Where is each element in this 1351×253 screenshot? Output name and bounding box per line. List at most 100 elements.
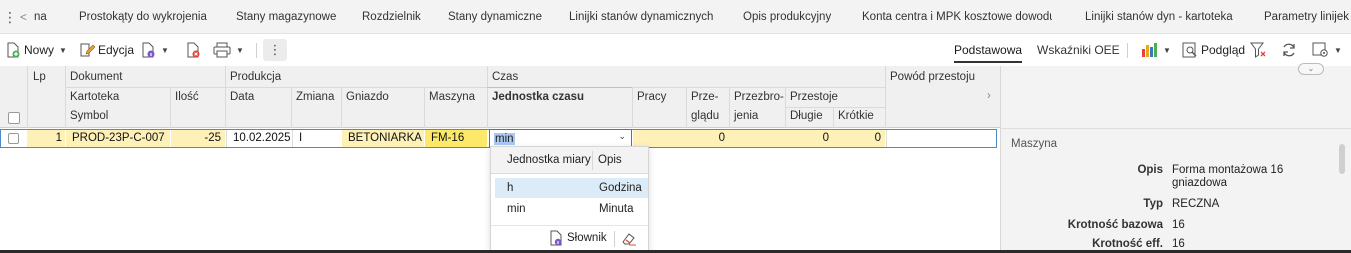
cell-dlugie[interactable]: 0 xyxy=(785,129,833,148)
option-unit: min xyxy=(507,203,526,215)
more-vertical-icon[interactable]: ⋮ xyxy=(3,0,17,34)
header-gniazdo[interactable]: Gniazdo xyxy=(346,91,389,103)
option-unit: h xyxy=(507,182,514,194)
header-dokument[interactable]: Dokument xyxy=(70,71,122,83)
dictionary-button[interactable]: Słownik xyxy=(548,230,607,246)
info-document-button[interactable]: ▼ xyxy=(140,34,169,66)
unit-dropdown: Jednostka miary Opis h Godzina min Minut… xyxy=(490,146,649,251)
chevron-down-icon[interactable]: ▼ xyxy=(59,46,67,55)
tab-na[interactable]: na xyxy=(34,0,47,34)
header-przezbrojenia-1[interactable]: Przezbro- xyxy=(734,91,784,103)
chevron-down-icon[interactable]: ▼ xyxy=(161,46,169,55)
more-actions-button[interactable]: ⋮ xyxy=(263,39,287,61)
tab-stany-dynamiczne[interactable]: Stany dynamiczne xyxy=(448,0,542,34)
chevron-down-icon[interactable]: ▼ xyxy=(1163,46,1171,55)
header-powod-przestoju[interactable]: Powód przestoju xyxy=(890,71,975,83)
header-przezbrojenia-2[interactable]: jenia xyxy=(734,110,758,122)
header-pracy[interactable]: Pracy xyxy=(637,91,666,103)
dropdown-option-min[interactable]: min Minuta xyxy=(495,199,648,219)
preview-icon xyxy=(1182,42,1198,58)
cell-lp[interactable]: 1 xyxy=(27,129,65,148)
view-tab-oee[interactable]: Wskaźniki OEE xyxy=(1037,34,1120,66)
settings-button[interactable]: ▼ xyxy=(1312,34,1342,66)
cell-maszyna[interactable]: FM-16 xyxy=(425,129,487,148)
chart-button[interactable]: ▼ xyxy=(1141,34,1171,66)
cell-data[interactable]: 10.02.2025 xyxy=(226,129,291,148)
chevron-down-icon[interactable]: ▼ xyxy=(1334,46,1342,55)
field-value-typ: RECZNA xyxy=(1172,198,1220,210)
new-button-label: Nowy xyxy=(24,43,55,57)
cell-krotkie[interactable]: 0 xyxy=(833,129,885,148)
panel-section-title: Maszyna xyxy=(1011,138,1058,150)
cell-przezbrojenia[interactable] xyxy=(729,129,785,148)
cell-przegladu[interactable]: 0 xyxy=(686,129,729,148)
tab-konta-centra[interactable]: Konta centra i MPK kosztowe dowodu xyxy=(862,0,1052,34)
tab-linijki-kartoteka[interactable]: Linijki stanów dyn - kartoteka xyxy=(1085,0,1233,34)
dictionary-label: Słownik xyxy=(567,232,607,244)
header-dlugie[interactable]: Długie xyxy=(790,110,823,122)
printer-icon xyxy=(213,42,231,58)
dropdown-header: Jednostka miary Opis xyxy=(491,147,648,174)
refresh-button[interactable] xyxy=(1281,34,1297,66)
edit-button-label: Edycja xyxy=(98,43,135,57)
preview-button-label: Podgląd xyxy=(1201,43,1246,57)
cell-powod[interactable] xyxy=(886,129,998,148)
scrollbar-thumb[interactable] xyxy=(1339,144,1345,174)
header-data[interactable]: Data xyxy=(230,91,254,103)
unit-select-value: min xyxy=(494,133,515,145)
header-maszyna[interactable]: Maszyna xyxy=(429,91,475,103)
row-checkbox[interactable] xyxy=(8,133,19,144)
details-panel: ⌄ Maszyna Opis Forma montażowa 16 gniazd… xyxy=(1000,63,1351,253)
header-krotkie[interactable]: Krótkie xyxy=(838,110,874,122)
tab-rozdzielnik[interactable]: Rozdzielnik xyxy=(362,0,421,34)
tab-linijki-stanow[interactable]: Linijki stanów dynamicznych xyxy=(569,0,713,34)
select-all-checkbox[interactable] xyxy=(8,112,20,124)
delete-button[interactable] xyxy=(185,34,201,66)
bar-chart-icon xyxy=(1141,42,1158,58)
header-zmiana[interactable]: Zmiana xyxy=(296,91,334,103)
header-jednostka-czasu[interactable]: Jednostka czasu xyxy=(492,91,584,103)
cell-ilosc[interactable]: -25 xyxy=(171,129,225,148)
chevron-down-icon[interactable]: ▼ xyxy=(236,46,244,55)
header-ilosc[interactable]: Ilość xyxy=(175,91,199,103)
scroll-left-icon[interactable]: < xyxy=(20,0,27,34)
tab-opis-produkcyjny[interactable]: Opis produkcyjny xyxy=(743,0,831,34)
header-lp[interactable]: Lp xyxy=(33,71,46,83)
option-desc: Godzina xyxy=(599,182,642,194)
tab-parametry-linijek[interactable]: Parametry linijek xyxy=(1264,0,1351,34)
edit-button[interactable]: Edycja xyxy=(79,34,134,66)
collapse-panel-button[interactable]: ⌄ xyxy=(1298,63,1324,75)
field-label-opis: Opis xyxy=(1137,164,1163,176)
field-label-krotnosc-eff: Krotność eff. xyxy=(1092,238,1163,250)
filter-clear-icon xyxy=(1250,42,1267,58)
print-button[interactable]: ▼ xyxy=(213,34,244,66)
chevron-down-icon[interactable]: ⌄ xyxy=(618,131,626,142)
field-label-krotnosc-bazowa: Krotność bazowa xyxy=(1067,219,1163,231)
cell-symbol[interactable]: PROD-23P-C-007 xyxy=(66,129,170,148)
refresh-icon xyxy=(1281,42,1297,58)
toolbar-divider xyxy=(256,43,257,58)
field-value-krotnosc-bazowa: 16 xyxy=(1172,219,1185,231)
tab-prostokaty[interactable]: Prostokąty do wykrojenia xyxy=(79,0,207,34)
header-przegladu-2[interactable]: glądu xyxy=(691,110,719,122)
header-czas[interactable]: Czas xyxy=(492,71,518,83)
field-value-opis: Forma montażowa 16 gniazdowa xyxy=(1172,164,1284,189)
header-produkcja[interactable]: Produkcja xyxy=(230,71,281,83)
eraser-icon[interactable] xyxy=(621,230,637,246)
details-scrollbar[interactable] xyxy=(1337,140,1347,248)
header-kartoteka[interactable]: Kartoteka xyxy=(70,91,119,103)
edit-icon xyxy=(79,42,95,58)
clear-filter-button[interactable] xyxy=(1250,34,1267,66)
cell-zmiana[interactable]: I xyxy=(292,129,341,148)
view-tab-podstawowa[interactable]: Podstawowa xyxy=(954,34,1023,66)
header-przegladu-1[interactable]: Prze- xyxy=(691,91,718,103)
header-przestoje[interactable]: Przestoje xyxy=(790,91,838,103)
header-symbol[interactable]: Symbol xyxy=(70,110,108,122)
scroll-right-icon[interactable]: › xyxy=(987,90,991,102)
dropdown-option-h[interactable]: h Godzina xyxy=(495,178,648,198)
preview-button[interactable]: Podgląd xyxy=(1182,34,1245,66)
new-document-icon xyxy=(5,42,21,58)
cell-gniazdo[interactable]: BETONIARKA xyxy=(342,129,424,148)
tab-stany-magazynowe[interactable]: Stany magazynowe xyxy=(236,0,336,34)
new-button[interactable]: Nowy ▼ xyxy=(5,34,67,66)
